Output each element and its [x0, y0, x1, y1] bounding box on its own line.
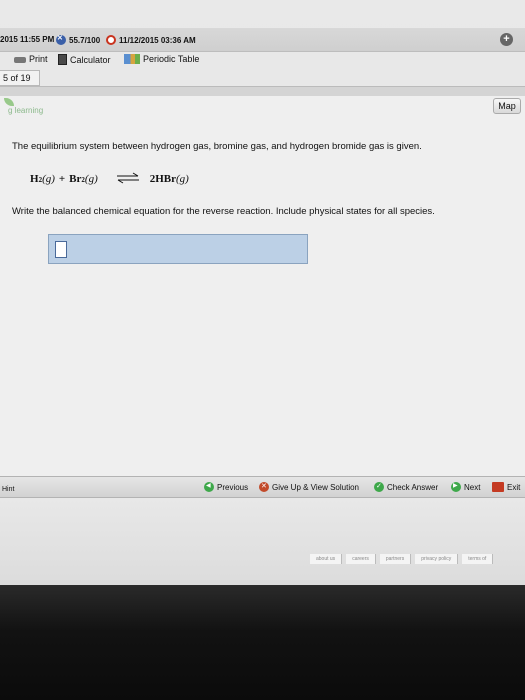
question-text: The equilibrium system between hydrogen … — [12, 141, 422, 152]
footer-link-about[interactable]: about us — [310, 554, 343, 564]
give-up-button[interactable]: Give Up & View Solution — [259, 482, 359, 492]
learning-label: g learning — [8, 106, 44, 115]
previous-button[interactable]: Previous — [204, 482, 248, 492]
periodic-table-icon — [124, 54, 140, 64]
bottom-bar: Hint Previous Give Up & View Solution Ch… — [0, 476, 525, 498]
score-icon — [56, 34, 66, 45]
clock-icon — [106, 35, 116, 45]
check-answer-button[interactable]: Check Answer — [374, 482, 438, 492]
start-time-text: 2015 11:55 PM — [0, 35, 55, 44]
hint-button[interactable]: Hint — [2, 486, 14, 493]
calculator-label: Calculator — [70, 54, 111, 65]
answer-box[interactable] — [48, 234, 308, 264]
score-text: 55.7/100 — [69, 35, 101, 45]
footer-link-terms[interactable]: terms of — [462, 554, 494, 564]
score-display: 55.7/100 — [56, 34, 101, 45]
calculator-button[interactable]: Calculator — [58, 54, 111, 65]
br2-formula: Br — [69, 173, 82, 185]
print-label: Print — [29, 54, 48, 64]
exit-icon — [492, 482, 504, 492]
monitor-bezel — [0, 585, 525, 700]
next-button[interactable]: Next — [451, 482, 480, 492]
previous-icon — [204, 482, 214, 492]
question-counter: 5 of 19 — [0, 70, 40, 86]
footer-link-partners[interactable]: partners — [379, 554, 412, 564]
start-time: 2015 11:55 PM — [0, 35, 54, 44]
next-icon — [451, 482, 461, 492]
plus-sign: + — [58, 173, 66, 185]
question-panel: Map g learning The equilibrium system be… — [0, 96, 525, 476]
toolbar: Print Calculator Periodic Table — [0, 52, 525, 70]
footer-link-careers[interactable]: careers — [346, 554, 376, 564]
due-time: 11/12/2015 03:36 AM — [106, 35, 196, 45]
print-button[interactable]: Print — [14, 54, 48, 64]
product-state: (g) — [176, 173, 189, 185]
periodic-table-button[interactable]: Periodic Table — [124, 54, 199, 64]
give-up-label: Give Up & View Solution — [272, 482, 360, 492]
footer-link-privacy[interactable]: privacy policy — [415, 554, 459, 564]
map-button[interactable]: Map — [493, 98, 521, 114]
due-time-text: 11/12/2015 03:36 AM — [119, 35, 196, 45]
calculator-icon — [58, 54, 67, 65]
previous-label: Previous — [217, 482, 249, 492]
h2-state: (g) — [42, 173, 55, 185]
leaf-icon — [4, 98, 14, 106]
equilibrium-equation: H 2 (g) + Br 2 (g) 2HBr (g) — [30, 170, 189, 185]
exit-label: Exit — [507, 482, 521, 492]
printer-icon — [14, 57, 26, 63]
check-icon — [374, 482, 384, 492]
header-divider — [0, 86, 525, 96]
br2-state: (g) — [84, 173, 98, 185]
give-up-icon — [259, 482, 269, 492]
exit-button[interactable]: Exit — [492, 482, 520, 492]
browser-screen: 2015 11:55 PM 55.7/100 11/12/2015 03:36 … — [0, 0, 525, 585]
footer-links: about us careers partners privacy policy… — [310, 554, 497, 564]
periodic-table-label: Periodic Table — [143, 54, 200, 64]
question-instruction: Write the balanced chemical equation for… — [12, 206, 435, 217]
status-bar: 2015 11:55 PM 55.7/100 11/12/2015 03:36 … — [0, 28, 525, 52]
plus-icon[interactable]: + — [500, 33, 513, 46]
check-answer-label: Check Answer — [387, 482, 439, 492]
footer: about us careers partners privacy policy… — [0, 498, 525, 585]
equilibrium-arrow-icon — [116, 172, 139, 184]
next-label: Next — [464, 482, 481, 492]
h2-formula: H — [30, 173, 39, 185]
product-formula: 2HBr — [149, 173, 177, 185]
answer-input[interactable] — [55, 241, 67, 258]
